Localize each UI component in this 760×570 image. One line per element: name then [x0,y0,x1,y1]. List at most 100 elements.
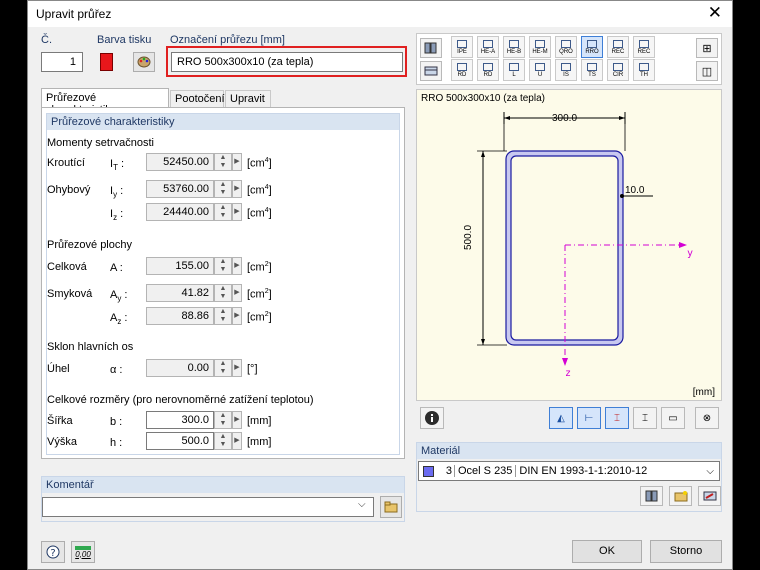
height-spinner[interactable]: ▲ ▼ [214,432,232,450]
iz-spinner[interactable]: ▲ ▼ [214,203,232,221]
comment-input[interactable] [42,497,374,517]
iy-arrow[interactable]: ▶ [232,180,242,198]
alpha-spinner[interactable]: ▲ ▼ [214,359,232,377]
edit-material-button[interactable] [698,486,721,506]
section-preview: RRO 500x300x10 (za tepla) 300.0 500.0 10… [416,89,722,401]
height-input[interactable]: 500.0 [146,432,214,450]
section-db-button[interactable] [420,61,442,81]
dimension-icon: ⌶ [614,412,620,424]
section-name-label: Označení průřezu [mm] [170,34,285,46]
width-arrow[interactable]: ▶ [232,411,242,429]
tab-label: Pootočení [175,93,225,105]
ay-arrow[interactable]: ▶ [232,284,242,302]
section-type-rd-button[interactable]: RD [477,59,499,81]
section-type-he-b-button[interactable]: HE-B [503,36,525,58]
show-fill-button[interactable]: ◭ [549,407,573,429]
material-select[interactable]: 3 Ocel S 235 DIN EN 1993-1-1:2010-12 ⌵ [418,461,720,481]
section-type-rec-button[interactable]: REC [607,36,629,58]
print-color-swatch[interactable] [100,53,113,71]
tab-label: Upravit [230,93,265,105]
i-beam-icon: ⌶ [642,412,648,424]
material-color-swatch [423,465,434,477]
help-icon: ? [46,545,60,559]
it-value: 52450.00 [146,153,214,171]
iz-unit: [cm4] [247,207,272,220]
width-input[interactable]: 300.0 [146,411,214,429]
a-spinner[interactable]: ▲ ▼ [214,257,232,275]
help-button[interactable]: ? [41,541,65,563]
section-type-he-a-button[interactable]: HE-A [477,36,499,58]
section-number-field[interactable]: 1 [41,52,83,72]
tab-edit[interactable]: Upravit [225,90,271,108]
profile-icon [613,40,623,48]
section-type-ts-button[interactable]: TS [581,59,603,81]
section-type-label: RD [457,72,467,78]
show-section-button[interactable]: ⌶ [633,407,657,429]
az-spinner[interactable]: ▲ ▼ [214,307,232,325]
reset-view-button[interactable]: ⊗ [695,407,719,429]
iz-value: 24440.00 [146,203,214,221]
profile-icon [535,63,545,71]
section-type-ipe-button[interactable]: IPE [451,36,473,58]
az-arrow[interactable]: ▶ [232,307,242,325]
show-dimensions-button[interactable]: ⌶ [605,407,629,429]
color-palette-button[interactable] [133,52,155,72]
calculate-button[interactable]: 0,00 [71,541,95,563]
new-folder-icon [674,491,687,502]
material-library-button[interactable] [640,486,663,506]
iy-spinner[interactable]: ▲ ▼ [214,180,232,198]
info-button[interactable] [420,407,444,429]
a-arrow[interactable]: ▶ [232,257,242,275]
it-spinner[interactable]: ▲ ▼ [214,153,232,171]
zoom-reset-icon: ⊗ [702,412,712,424]
section-type-u-button[interactable]: U [529,59,551,81]
comment-library-button[interactable] [380,496,402,518]
profile-icon [639,40,649,48]
iz-symbol: Iz : [110,208,124,223]
section-type-rd-button[interactable]: RD [451,59,473,81]
section-type-he-m-button[interactable]: HE-M [529,36,551,58]
section-type-is-button[interactable]: IS [555,59,577,81]
iy-value: 53760.00 [146,180,214,198]
section-type-label: RD [483,72,493,78]
width-dimension-label: 300.0 [552,113,578,124]
tab-section-properties[interactable]: Průřezové charakteristiky [41,88,169,116]
show-axes-button[interactable]: ⊢ [577,407,601,429]
new-material-button[interactable] [669,486,692,506]
ay-spinner[interactable]: ▲ ▼ [214,284,232,302]
section-type-cir-button[interactable]: CIR [607,59,629,81]
height-arrow[interactable]: ▶ [232,432,242,450]
alpha-value: 0.00 [146,359,214,377]
section-3d-button[interactable]: ◫ [696,61,718,81]
section-type-rro-button[interactable]: RRO [581,36,603,58]
section-type-rec-button[interactable]: REC [633,36,655,58]
profile-icon [483,63,493,71]
profile-icon [639,63,649,71]
alpha-arrow[interactable]: ▶ [232,359,242,377]
cross-section-view-button[interactable]: ⊞ [696,38,718,58]
tilt-heading: Sklon hlavních os [47,341,134,353]
calc-label: 0,00 [75,549,91,559]
h-unit: [mm] [247,436,272,448]
ok-button[interactable]: OK [572,540,642,563]
section-type-th-button[interactable]: TH [633,59,655,81]
show-stress-points-button[interactable]: ▭ [661,407,685,429]
it-arrow[interactable]: ▶ [232,153,242,171]
library-button[interactable] [420,38,442,58]
chevron-down-icon[interactable]: ⌵ [358,499,366,510]
width-spinner[interactable]: ▲ ▼ [214,411,232,429]
cancel-button[interactable]: Storno [650,540,722,563]
section-type-row2: RD RD L U IS TS CIR TH [451,59,655,81]
section-type-label: HE-A [480,49,496,55]
z-axis-label: z [565,368,572,379]
section-type-l-button[interactable]: L [503,59,525,81]
hatch-icon: ◭ [557,412,565,424]
iz-arrow[interactable]: ▶ [232,203,242,221]
it-unit: [cm4] [247,157,272,170]
section-name-input[interactable]: RRO 500x300x10 (za tepla) [171,52,403,72]
chevron-down-icon: ⌵ [706,465,714,477]
close-icon[interactable]: ✕ [708,4,722,22]
section-type-qro-button[interactable]: QRO [555,36,577,58]
tab-rotation[interactable]: Pootočení [170,90,225,108]
material-standard: DIN EN 1993-1-1:2010-12 [515,465,650,477]
